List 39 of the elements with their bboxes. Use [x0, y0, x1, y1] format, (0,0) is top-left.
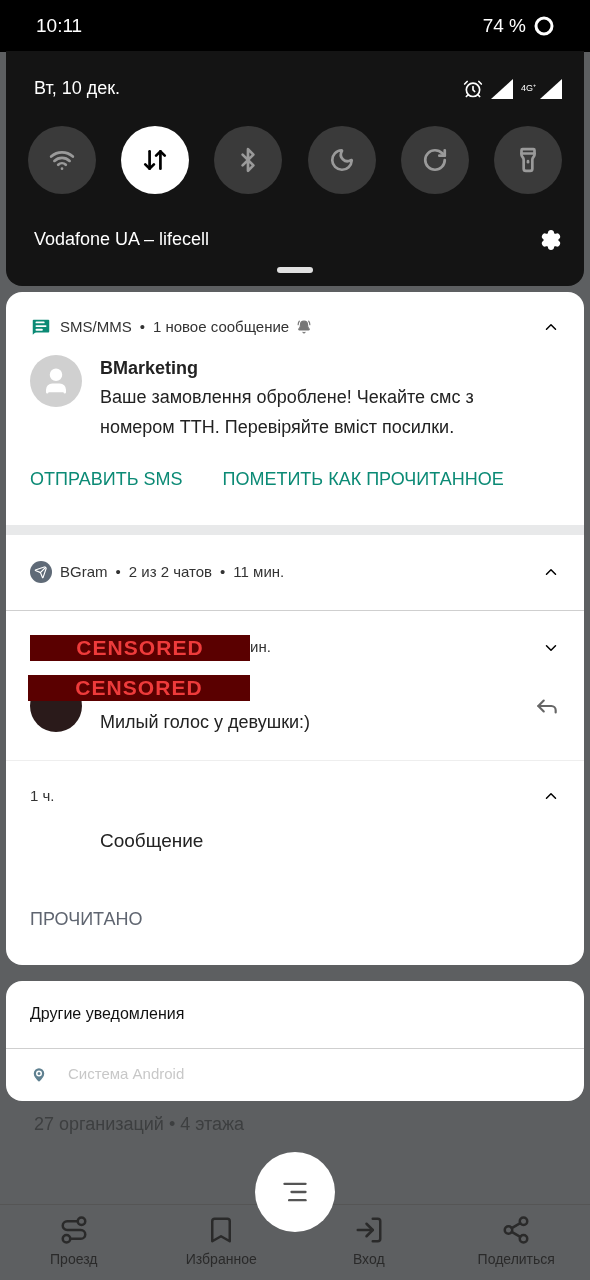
bell-icon: [297, 320, 312, 335]
message-text: Сообщение: [99, 829, 205, 853]
location-pin-icon: [30, 1065, 48, 1084]
action-button[interactable]: ПРОЧИТАНО: [30, 905, 143, 933]
signal-icon: [491, 78, 513, 99]
separator-dot: •: [139, 317, 145, 337]
sender-name: BMarketing: [100, 356, 199, 380]
app-name: BGram: [60, 561, 108, 582]
chat-count: 2 из 2 чатов: [128, 561, 213, 582]
action-button[interactable]: ОТПРАВИТЬ SMS: [30, 465, 183, 493]
nav-item[interactable]: Вход: [295, 1214, 443, 1270]
alarm-icon: [463, 78, 483, 99]
nav-item[interactable]: Избранное: [147, 1214, 295, 1270]
separator-dot: •: [220, 561, 226, 582]
battery-percent: 74 %: [482, 13, 526, 38]
time: 11 мин.: [233, 561, 285, 582]
action-button[interactable]: ПОМЕТИТЬ КАК ПРОЧИТАННОЕ: [222, 465, 504, 493]
redaction-bar: CENSORED: [28, 674, 250, 701]
message-text: Ваше замовлення оброблене! Чекайте смс з номером ТТН. Перевіряйте вміст посилки.: [100, 385, 475, 439]
signal-icon: [540, 78, 562, 99]
rotate-icon: [421, 147, 448, 173]
battery-ring-icon: [534, 16, 554, 36]
network-type: 4G⁺: [521, 81, 536, 95]
clock: 10:11: [36, 13, 83, 38]
paper-plane-icon: [30, 561, 52, 583]
separator-dot: •: [115, 561, 121, 582]
app-name: SMS/MMS: [60, 317, 132, 337]
drag-handle[interactable]: [277, 267, 313, 273]
time-fragment: ин.: [250, 637, 271, 658]
redaction-bar: CENSORED: [30, 634, 250, 661]
summary: 1 новое сообщение: [152, 317, 290, 337]
time: 1 ч.: [30, 785, 55, 806]
date: Вт, 10 дек.: [34, 77, 121, 100]
section-title: Другие уведомления: [30, 1004, 185, 1024]
moon-icon: [328, 147, 355, 173]
arrows-icon: [142, 147, 169, 173]
message-text: Милый голос у девушки:): [100, 710, 311, 734]
nav-item[interactable]: Проезд: [0, 1214, 148, 1270]
carrier-name: Vodafone UA – lifecell: [34, 228, 210, 251]
